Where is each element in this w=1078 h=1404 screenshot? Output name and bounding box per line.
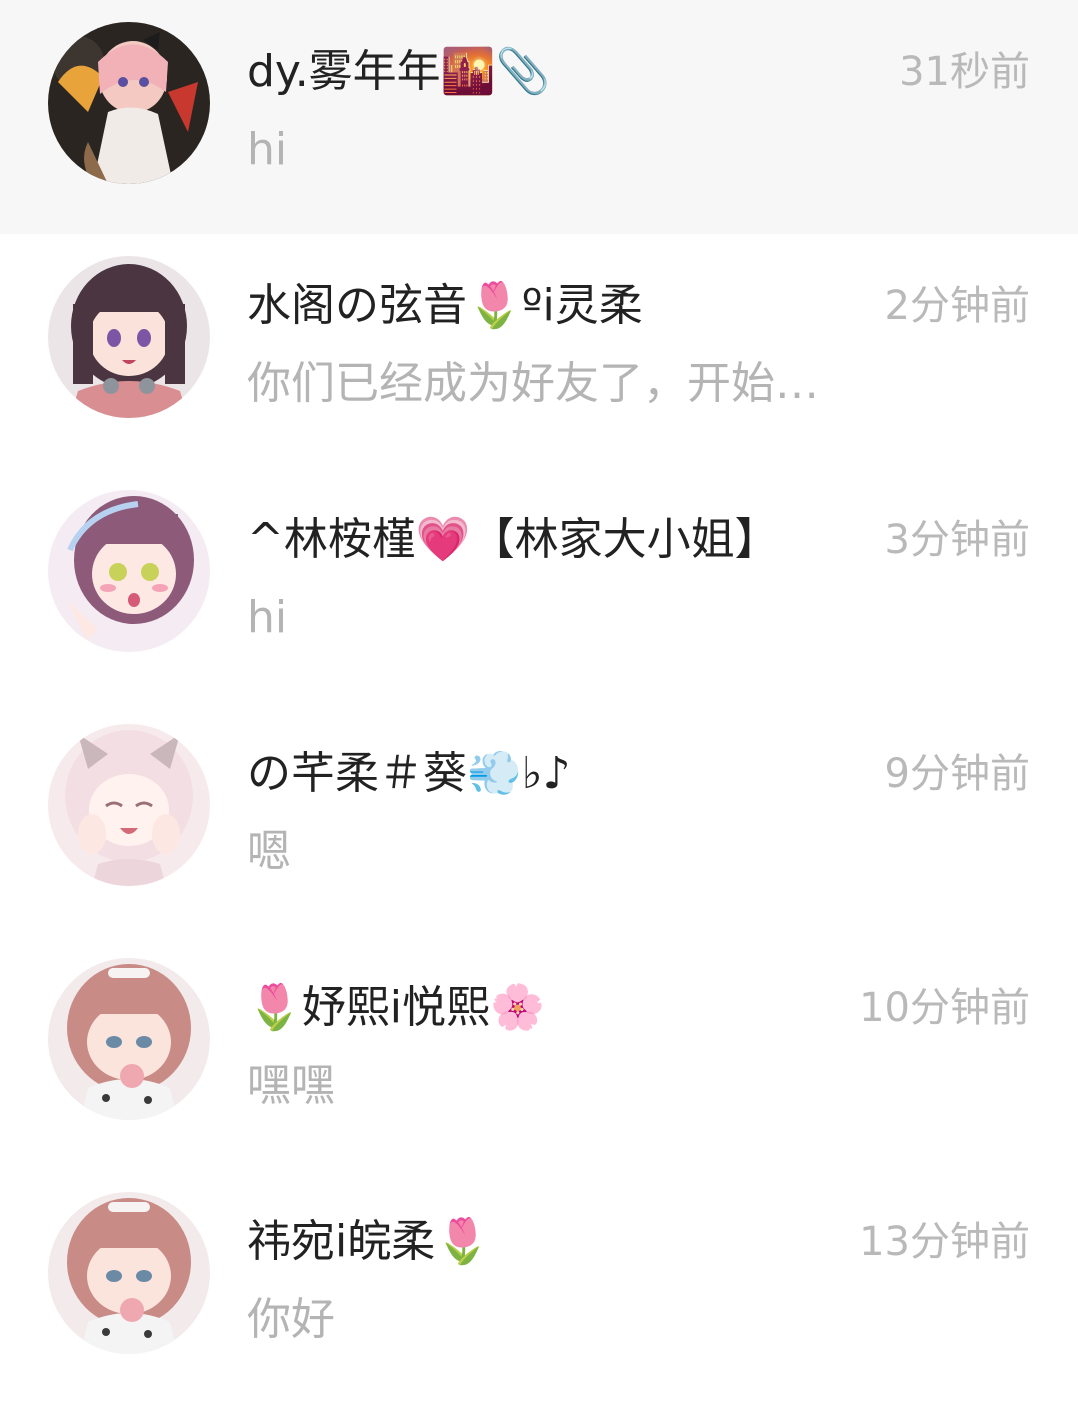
anime-girl-pink-hair-avatar-icon xyxy=(48,958,210,1120)
avatar[interactable] xyxy=(48,22,210,184)
avatar[interactable] xyxy=(48,724,210,886)
anime-girl-brown-hair-avatar-icon xyxy=(48,256,210,418)
conversation-row[interactable]: dy.雾年年🌇📎 hi 31秒前 xyxy=(0,0,1078,234)
avatar[interactable] xyxy=(48,490,210,652)
conversation-row[interactable]: 水阁の弦音🌷ºi灵柔 你们已经成为好友了，开始… 2分钟前 xyxy=(0,234,1078,468)
contact-name: ^林桉槿💗【林家大小姐】 xyxy=(247,514,779,565)
contact-name: の芊柔＃葵💨♭♪ xyxy=(247,748,571,799)
conversation-row[interactable]: の芊柔＃葵💨♭♪ 嗯 9分钟前 xyxy=(0,702,1078,936)
contact-name: 祎宛i皖柔🌷 xyxy=(247,1216,491,1267)
conversation-row[interactable]: 🌷妤熙i悦熙🌸 嘿嘿 10分钟前 xyxy=(0,936,1078,1170)
timestamp: 13分钟前 xyxy=(859,1219,1030,1265)
anime-girl-pink-hair-avatar-icon xyxy=(48,1192,210,1354)
message-preview: 你好 xyxy=(247,1294,335,1345)
avatar[interactable] xyxy=(48,256,210,418)
message-preview: hi xyxy=(247,124,288,175)
anime-girl-purple-hair-avatar-icon xyxy=(48,490,210,652)
contact-name: 🌷妤熙i悦熙🌸 xyxy=(247,982,545,1033)
contact-name: dy.雾年年🌇📎 xyxy=(247,46,551,97)
timestamp: 3分钟前 xyxy=(884,517,1030,563)
contact-name: 水阁の弦音🌷ºi灵柔 xyxy=(247,280,643,331)
message-preview: hi xyxy=(247,592,288,643)
avatar[interactable] xyxy=(48,958,210,1120)
anime-girl-white-hair-avatar-icon xyxy=(48,724,210,886)
timestamp: 10分钟前 xyxy=(859,985,1030,1031)
message-preview: 嘿嘿 xyxy=(247,1060,335,1111)
conversation-list: dy.雾年年🌇📎 hi 31秒前 水阁の弦音🌷ºi灵柔 你们已经成为好友了，开始… xyxy=(0,0,1078,1361)
timestamp: 31秒前 xyxy=(899,49,1030,95)
timestamp: 2分钟前 xyxy=(884,283,1030,329)
timestamp: 9分钟前 xyxy=(884,751,1030,797)
avatar[interactable] xyxy=(48,1192,210,1354)
conversation-row[interactable]: ^林桉槿💗【林家大小姐】 hi 3分钟前 xyxy=(0,468,1078,702)
conversation-row[interactable]: 祎宛i皖柔🌷 你好 13分钟前 xyxy=(0,1170,1078,1404)
message-preview: 你们已经成为好友了，开始… xyxy=(247,358,819,409)
message-preview: 嗯 xyxy=(247,826,291,877)
anime-girl-dark-avatar-icon xyxy=(48,22,210,184)
